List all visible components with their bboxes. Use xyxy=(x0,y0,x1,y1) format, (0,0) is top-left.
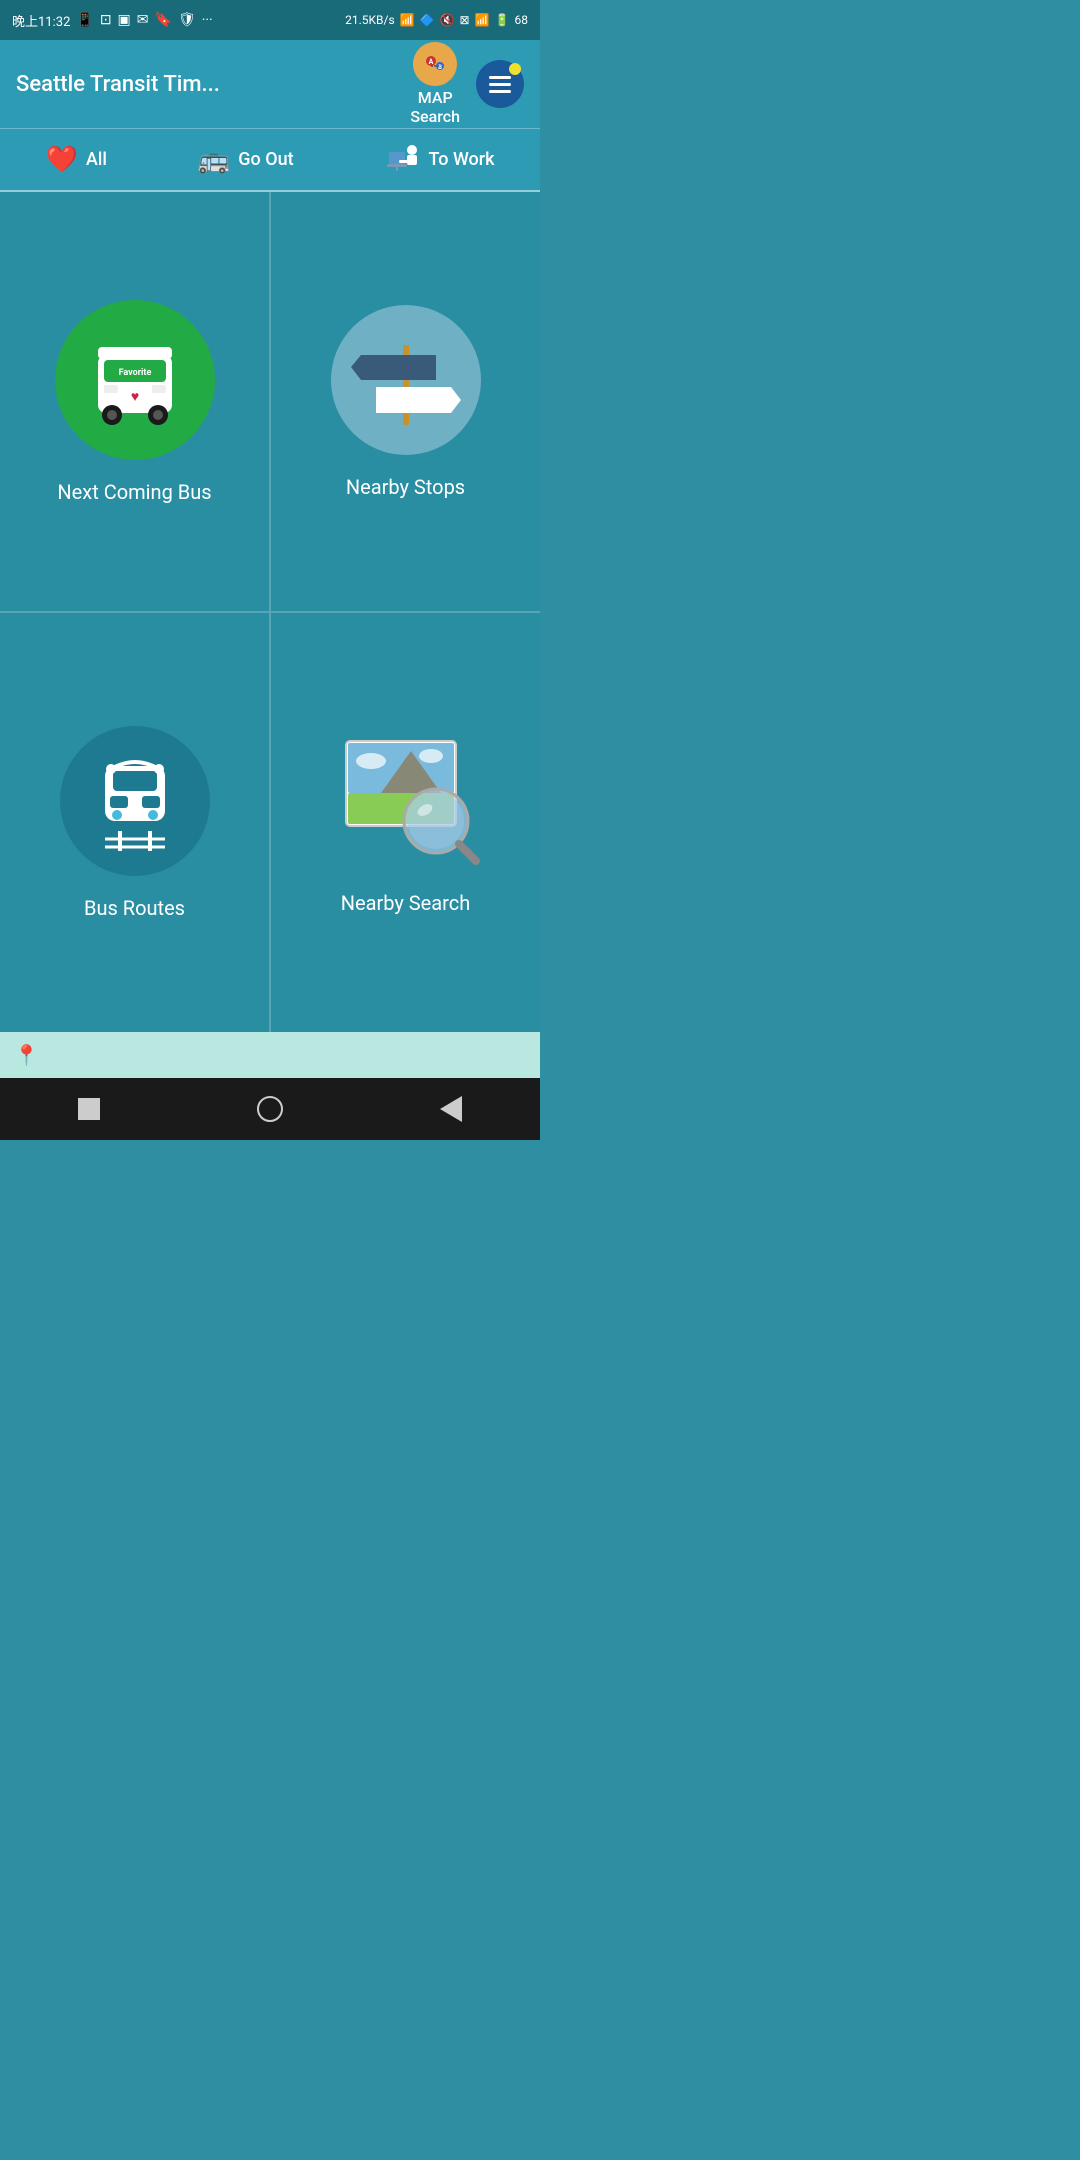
next-coming-bus-cell[interactable]: Favorite ♥ Next Coming Bus xyxy=(0,192,269,611)
tab-to-work-label: To Work xyxy=(429,149,495,170)
menu-lines-icon xyxy=(489,76,511,93)
map-search-line2: Search xyxy=(410,107,460,126)
bottom-bar: 📍 xyxy=(0,1032,540,1078)
nav-bar xyxy=(0,1078,540,1140)
signpost-svg xyxy=(346,325,466,435)
nearby-search-icon xyxy=(326,731,486,871)
nav-back-button[interactable] xyxy=(440,1096,462,1122)
battery-icon: 🔋 xyxy=(495,13,510,27)
bluetooth-icon: 🔷 xyxy=(420,13,435,27)
next-coming-bus-label: Next Coming Bus xyxy=(57,480,211,504)
svg-text:B: B xyxy=(438,64,442,71)
app-title: Seattle Transit Tim... xyxy=(16,72,394,97)
status-bar: 晚上11:32 📱 ⊡ ▣ ✉ 🔖 🛡 ··· 21.5KB/s 📶 🔷 🔇 ⊠… xyxy=(0,0,540,40)
dots-icon: ··· xyxy=(202,12,213,28)
android-icon: 📱 xyxy=(76,12,93,28)
heart-icon: ❤️ xyxy=(45,145,77,175)
menu-button[interactable] xyxy=(476,60,524,108)
mute-icon: 🔇 xyxy=(440,13,455,27)
nav-triangle-icon xyxy=(440,1096,462,1122)
sim-icon: ▣ xyxy=(118,12,131,28)
tab-go-out[interactable]: 🚌 Go Out xyxy=(198,145,294,175)
nav-circle-icon xyxy=(257,1096,283,1122)
nearby-stops-cell[interactable]: Nearby Stops xyxy=(271,192,540,611)
tab-bar: ❤️ All 🚌 Go Out To Work xyxy=(0,128,540,192)
magnifier-svg xyxy=(331,736,481,866)
svg-text:Favorite: Favorite xyxy=(118,368,151,378)
main-grid: Favorite ♥ Next Coming Bus xyxy=(0,192,540,1032)
bus-svg: Favorite ♥ xyxy=(80,325,190,435)
nav-square-button[interactable] xyxy=(78,1098,100,1120)
bus-routes-label: Bus Routes xyxy=(84,896,185,920)
nav-square-icon xyxy=(78,1098,100,1120)
battery-level: 68 xyxy=(515,13,529,27)
train-svg xyxy=(85,751,185,851)
bus-emoji-icon: 🚌 xyxy=(198,145,230,175)
notification-dot xyxy=(509,63,521,75)
bus-routes-icon xyxy=(60,726,210,876)
tab-all-label: All xyxy=(86,149,107,170)
svg-text:♥: ♥ xyxy=(130,389,138,405)
bookmark-icon: 🔖 xyxy=(155,12,172,28)
status-right-group: 21.5KB/s 📶 🔷 🔇 ⊠ 📶 🔋 68 xyxy=(345,13,528,27)
tab-to-work[interactable]: To Work xyxy=(385,140,495,179)
bus-routes-cell[interactable]: Bus Routes xyxy=(0,613,269,1032)
magnifier-container xyxy=(326,731,486,871)
stops-circle xyxy=(331,305,481,455)
nearby-stops-label: Nearby Stops xyxy=(346,475,465,499)
map-search-button[interactable]: A B MAP Search xyxy=(410,42,460,126)
map-icon: A B xyxy=(413,42,457,86)
tab-all[interactable]: ❤️ All xyxy=(45,145,107,175)
app-header: Seattle Transit Tim... A B MAP Search xyxy=(0,40,540,128)
routes-circle xyxy=(60,726,210,876)
map-search-line1: MAP xyxy=(418,88,453,107)
email-icon: ✉ xyxy=(137,12,149,28)
nav-home-button[interactable] xyxy=(257,1096,283,1122)
alarm-icon: ⊠ xyxy=(460,13,470,27)
nearby-search-cell[interactable]: Nearby Search xyxy=(271,613,540,1032)
svg-text:A: A xyxy=(429,58,434,66)
status-time-group: 晚上11:32 📱 ⊡ ▣ ✉ 🔖 🛡 ··· xyxy=(12,11,213,30)
work-emoji-icon xyxy=(385,140,421,179)
wifi-icon: 📶 xyxy=(475,13,490,27)
location-pin-icon: 📍 xyxy=(14,1043,39,1067)
signal-icon: 📶 xyxy=(400,13,415,27)
map-pin-svg: A B xyxy=(417,46,453,82)
status-time: 晚上11:32 xyxy=(12,11,70,30)
network-speed: 21.5KB/s xyxy=(345,13,395,27)
circle-icon: ⊡ xyxy=(100,12,112,28)
tab-go-out-label: Go Out xyxy=(238,149,293,170)
nearby-search-label: Nearby Search xyxy=(341,891,471,915)
bus-circle: Favorite ♥ xyxy=(55,300,215,460)
shield-icon: 🛡 xyxy=(178,12,196,28)
next-coming-bus-icon: Favorite ♥ xyxy=(55,300,215,460)
nearby-stops-icon xyxy=(331,305,481,455)
